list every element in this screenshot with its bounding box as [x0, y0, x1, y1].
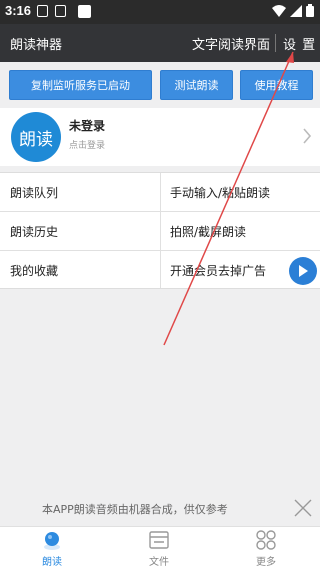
avatar: 朗读 — [11, 112, 61, 162]
menu-photo-read[interactable]: 拍照/截屏朗读 — [170, 223, 246, 240]
disclaimer-bar: 本APP朗读音频由机器合成，供仅参考 — [0, 494, 320, 524]
status-time: 3:16 — [5, 3, 32, 18]
file-icon — [149, 531, 169, 549]
grid-icon — [256, 530, 276, 550]
tab-files[interactable]: 文件 — [129, 529, 189, 569]
app-bar: 朗读神器 文字阅读界面 设 置 — [0, 24, 320, 62]
tab-more[interactable]: 更多 — [236, 529, 296, 569]
status-icons — [272, 4, 314, 17]
login-card[interactable]: 朗读 未登录 点击登录 — [0, 108, 320, 166]
menu-queue[interactable]: 朗读队列 — [10, 184, 58, 201]
tab-label: 朗读 — [42, 557, 62, 568]
menu-grid: 朗读队列 手动输入/粘贴朗读 朗读历史 拍照/截屏朗读 我的收藏 开通会员去掉广… — [0, 172, 320, 289]
settings-button[interactable]: 设 置 — [283, 34, 316, 53]
status-bar: 3:16 — [0, 0, 320, 24]
app-title: 朗读神器 — [10, 38, 63, 53]
test-read-button[interactable]: 测试朗读 — [160, 70, 233, 100]
menu-favorites[interactable]: 我的收藏 — [10, 262, 58, 279]
tutorial-button[interactable]: 使用教程 — [240, 70, 313, 100]
disclaimer-text: 本APP朗读音频由机器合成，供仅参考 — [42, 503, 228, 516]
close-icon[interactable] — [293, 498, 313, 518]
play-icon — [299, 265, 308, 277]
tab-label: 更多 — [256, 557, 276, 568]
chevron-right-icon — [303, 128, 312, 144]
menu-history[interactable]: 朗读历史 — [10, 223, 58, 240]
menu-vip[interactable]: 开通会员去掉广告 — [170, 262, 266, 279]
notification-icon — [78, 5, 91, 18]
microphone-icon — [44, 532, 60, 550]
user-name: 未登录 — [69, 119, 106, 133]
wifi-icon — [272, 4, 286, 17]
signal-icon — [290, 4, 302, 17]
menu-manual-input[interactable]: 手动输入/粘贴朗读 — [170, 184, 270, 201]
battery-icon — [306, 4, 314, 17]
app-bar-divider — [275, 34, 276, 52]
tab-read[interactable]: 朗读 — [22, 529, 82, 569]
grid-divider — [0, 250, 320, 251]
bottom-tab-bar: 朗读 文件 更多 — [0, 526, 320, 569]
tab-label: 文件 — [149, 557, 169, 568]
login-hint: 点击登录 — [69, 141, 106, 151]
notification-icon — [55, 5, 66, 17]
play-button[interactable] — [289, 257, 317, 285]
monitor-service-button[interactable]: 复制监听服务已启动 — [9, 70, 152, 100]
grid-divider — [160, 173, 161, 288]
action-row: 复制监听服务已启动 测试朗读 使用教程 — [0, 62, 320, 106]
grid-divider — [0, 211, 320, 212]
text-reader-link[interactable]: 文字阅读界面 — [192, 34, 270, 53]
notification-icon — [37, 5, 48, 17]
